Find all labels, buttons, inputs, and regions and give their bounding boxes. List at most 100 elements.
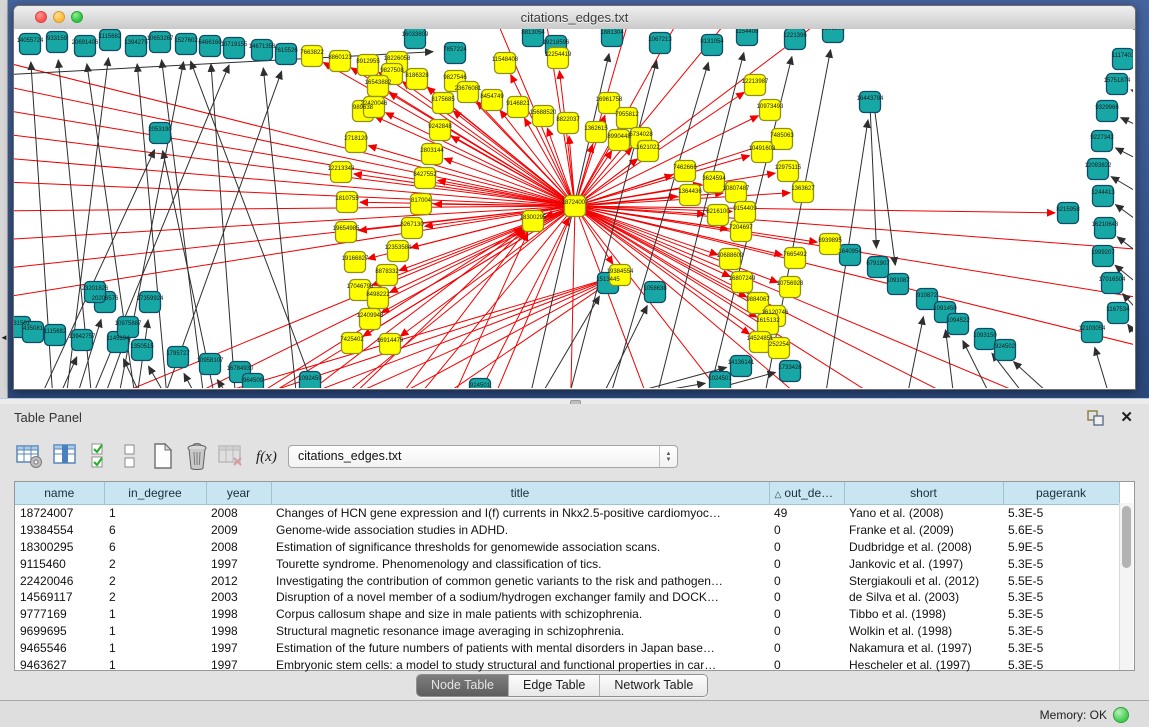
- show-columns-button[interactable]: [50, 440, 80, 472]
- graph-node[interactable]: [638, 141, 659, 162]
- graph-node[interactable]: [168, 347, 189, 368]
- graph-node[interactable]: [565, 196, 586, 217]
- select-all-rows-button[interactable]: [88, 440, 112, 472]
- table-cell[interactable]: 2: [104, 555, 206, 572]
- graph-node[interactable]: [508, 97, 529, 118]
- graph-node[interactable]: [445, 43, 466, 64]
- table-cell[interactable]: Jankovic et al. (1997): [844, 555, 1003, 572]
- network-graph[interactable]: 1405572493315920691406111568213942751065…: [14, 29, 1133, 388]
- table-cell[interactable]: 1997: [206, 555, 271, 572]
- graph-node[interactable]: [708, 205, 729, 226]
- graph-node[interactable]: [533, 106, 554, 127]
- graph-node[interactable]: [430, 120, 451, 141]
- graph-node[interactable]: [360, 309, 381, 330]
- graph-node[interactable]: [1107, 74, 1128, 95]
- graph-node[interactable]: [224, 38, 245, 59]
- table-cell[interactable]: 9465546: [15, 639, 104, 656]
- table-cell[interactable]: 5.3E-5: [1003, 505, 1119, 522]
- network-canvas[interactable]: 1405572493315920691406111568213942751065…: [14, 29, 1133, 388]
- graph-node[interactable]: [337, 192, 358, 213]
- table-cell[interactable]: Estimation of the future numbers of pati…: [271, 639, 769, 656]
- table-cell[interactable]: Hescheler et al. (1997): [844, 656, 1003, 673]
- graph-node[interactable]: [132, 340, 153, 361]
- table-cell[interactable]: Nakamura et al. (1997): [844, 639, 1003, 656]
- graph-node[interactable]: [1093, 246, 1114, 267]
- table-cell[interactable]: 5.3E-5: [1003, 656, 1119, 673]
- table-cell[interactable]: 49: [769, 505, 844, 522]
- graph-node[interactable]: [45, 325, 66, 346]
- float-panel-button[interactable]: [1087, 410, 1105, 426]
- column-header-year[interactable]: year: [206, 482, 271, 505]
- graph-node[interactable]: [368, 288, 389, 309]
- graph-node[interactable]: [342, 333, 363, 354]
- column-header-title[interactable]: title: [271, 482, 769, 505]
- table-cell[interactable]: 5.9E-5: [1003, 539, 1119, 556]
- table-cell[interactable]: Dudbridge et al. (2008): [844, 539, 1003, 556]
- graph-node[interactable]: [726, 182, 747, 203]
- graph-node[interactable]: [200, 354, 221, 375]
- table-cell[interactable]: 5.3E-5: [1003, 589, 1119, 606]
- graph-node[interactable]: [523, 211, 544, 232]
- delete-table-button[interactable]: [216, 440, 246, 472]
- graph-node[interactable]: [72, 330, 93, 351]
- graph-node[interactable]: [860, 92, 881, 113]
- table-cell[interactable]: 1: [104, 623, 206, 640]
- graph-node[interactable]: [975, 329, 996, 350]
- graph-node[interactable]: [888, 274, 909, 295]
- table-cell[interactable]: 9463627: [15, 656, 104, 673]
- graph-node[interactable]: [140, 292, 161, 313]
- table-cell[interactable]: 18724007: [15, 505, 104, 522]
- table-row[interactable]: 946554611997Estimation of the future num…: [15, 639, 1119, 656]
- graph-node[interactable]: [345, 252, 366, 273]
- graph-node[interactable]: [675, 161, 696, 182]
- graph-node[interactable]: [735, 202, 756, 223]
- table-cell[interactable]: 1997: [206, 656, 271, 673]
- table-cell[interactable]: Stergiakouli et al. (2012): [844, 572, 1003, 589]
- table-cell[interactable]: 1997: [206, 639, 271, 656]
- table-selector-dropdown[interactable]: citations_edges.txt ▲▼: [288, 445, 678, 468]
- collapse-panel-arrow[interactable]: ◄: [0, 332, 7, 344]
- table-cell[interactable]: 5.6E-5: [1003, 522, 1119, 539]
- table-cell[interactable]: Genome-wide association studies in ADHD.: [271, 522, 769, 539]
- graph-node[interactable]: [1113, 49, 1134, 70]
- graph-node[interactable]: [645, 282, 666, 303]
- graph-node[interactable]: [650, 33, 671, 54]
- graph-node[interactable]: [760, 100, 781, 121]
- table-cell[interactable]: 9699695: [15, 623, 104, 640]
- table-cell[interactable]: Embryonic stem cells: a model to study s…: [271, 656, 769, 673]
- graph-node[interactable]: [336, 222, 357, 243]
- table-cell[interactable]: Structural magnetic resonance image aver…: [271, 623, 769, 640]
- graph-node[interactable]: [1093, 186, 1114, 207]
- table-cell[interactable]: 1998: [206, 606, 271, 623]
- graph-node[interactable]: [331, 162, 352, 183]
- table-cell[interactable]: 9777169: [15, 606, 104, 623]
- table-cell[interactable]: 5.3E-5: [1003, 555, 1119, 572]
- table-row[interactable]: 2242004622012Investigating the contribut…: [15, 572, 1119, 589]
- graph-node[interactable]: [1095, 218, 1116, 239]
- deselect-all-rows-button[interactable]: [118, 440, 140, 472]
- table-row[interactable]: 977716911998Corpus callosum shape and si…: [15, 606, 1119, 623]
- table-cell[interactable]: Corpus callosum shape and size in male p…: [271, 606, 769, 623]
- table-cell[interactable]: 1: [104, 606, 206, 623]
- function-builder-button[interactable]: f(x): [252, 440, 282, 472]
- graph-node[interactable]: [482, 90, 503, 111]
- graph-node[interactable]: [732, 272, 753, 293]
- graph-node[interactable]: [752, 142, 773, 163]
- graph-node[interactable]: [995, 340, 1016, 361]
- table-cell[interactable]: 6: [104, 539, 206, 556]
- table-cell[interactable]: 5.3E-5: [1003, 623, 1119, 640]
- graph-node[interactable]: [402, 218, 423, 239]
- column-header-in_degree[interactable]: in_degree: [104, 482, 206, 505]
- graph-node[interactable]: [586, 122, 607, 143]
- table-cell[interactable]: Tourette syndrome. Phenomenology and cla…: [271, 555, 769, 572]
- graph-node[interactable]: [380, 334, 401, 355]
- graph-node[interactable]: [780, 361, 801, 382]
- table-row[interactable]: 1872400712008Changes of HCN gene express…: [15, 505, 1119, 522]
- graph-node[interactable]: [1092, 131, 1113, 152]
- table-cell[interactable]: 1: [104, 656, 206, 673]
- close-panel-icon[interactable]: ✕: [1120, 408, 1133, 426]
- table-cell[interactable]: 1: [104, 639, 206, 656]
- table-cell[interactable]: 0: [769, 522, 844, 539]
- table-row[interactable]: 946362711997Embryonic stem cells: a mode…: [15, 656, 1119, 673]
- table-cell[interactable]: 22420046: [15, 572, 104, 589]
